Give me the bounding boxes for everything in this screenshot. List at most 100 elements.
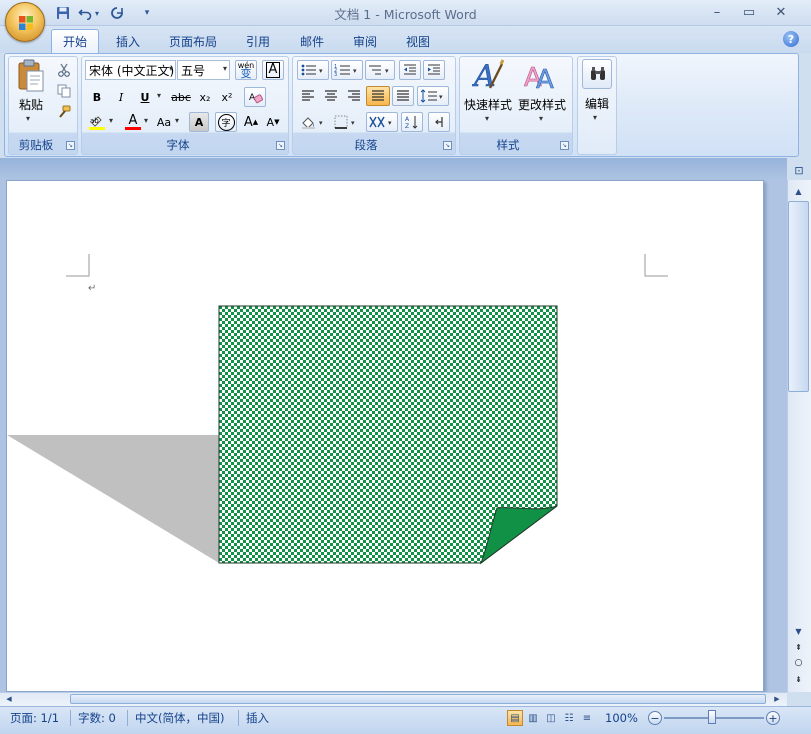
horizontal-scroll-thumb[interactable] (70, 694, 766, 704)
scroll-left-icon[interactable]: ◀ (2, 693, 16, 705)
editing-button[interactable]: 编辑 ▾ (579, 59, 615, 129)
paragraph-mark: ↵ (88, 283, 97, 294)
numbering-icon: 123 ▾ (334, 64, 357, 77)
ruler-toggle-icon[interactable]: ⊡ (787, 160, 811, 180)
highlight-dropdown-icon[interactable]: ▾ (109, 116, 113, 125)
clear-formatting-button[interactable]: A (244, 87, 266, 107)
vertical-scroll-thumb[interactable] (788, 201, 809, 392)
close-button[interactable]: ✕ (767, 2, 795, 22)
tab-view[interactable]: 视图 (398, 29, 438, 53)
svg-text:Z: Z (405, 123, 409, 129)
increase-indent-button[interactable] (423, 60, 445, 80)
align-center-button[interactable] (320, 86, 342, 106)
clipboard-launcher-icon[interactable]: ↘ (66, 141, 75, 150)
scroll-right-icon[interactable]: ▶ (770, 693, 784, 705)
phonetic-guide-button[interactable]: wén 变 (235, 60, 257, 80)
align-left-button[interactable] (297, 86, 319, 106)
status-word-count[interactable]: 字数: 0 (78, 706, 116, 730)
sort-button[interactable]: AZ (401, 112, 423, 132)
zoom-slider-thumb[interactable] (708, 710, 716, 724)
justify-button[interactable] (366, 86, 390, 106)
draft-view-icon[interactable]: ≡ (579, 710, 595, 726)
scroll-up-icon[interactable]: ▲ (788, 183, 809, 199)
grow-font-text: A (243, 114, 253, 130)
change-case-button[interactable]: Aa (153, 112, 175, 132)
superscript-button[interactable]: x² (217, 87, 237, 107)
cut-icon[interactable] (54, 60, 74, 80)
font-color-button[interactable]: A (122, 112, 144, 132)
previous-page-icon[interactable]: ⇞ (788, 640, 809, 654)
font-launcher-icon[interactable]: ↘ (276, 141, 285, 150)
outline-view-icon[interactable]: ☷ (561, 710, 577, 726)
font-size-dropdown-icon[interactable]: ▾ (223, 64, 227, 73)
zoom-out-button[interactable]: − (648, 711, 662, 725)
shrink-font-button[interactable]: A ▼ (263, 112, 283, 132)
font-name-dropdown-icon[interactable]: ▾ (169, 64, 173, 73)
underline-button[interactable]: U (134, 87, 156, 107)
multilevel-list-button[interactable]: ▾ (365, 60, 395, 80)
enclose-characters-button[interactable]: 字 (215, 112, 237, 132)
font-color-letter: A (128, 113, 138, 128)
quick-styles-button[interactable]: A 快速样式 ▾ (462, 58, 514, 130)
borders-button[interactable]: ▾ (331, 112, 361, 132)
change-case-dropdown-icon[interactable]: ▾ (175, 116, 179, 125)
numbering-button[interactable]: 1 2 3 ▾ (331, 60, 363, 80)
zoom-level[interactable]: 100% (605, 706, 638, 730)
show-hide-marks-button[interactable] (428, 112, 450, 132)
tab-references[interactable]: 引用 (238, 29, 278, 53)
shading-button[interactable]: ▾ (297, 112, 329, 132)
help-icon[interactable]: ? (783, 31, 799, 47)
highlight-button[interactable]: ab (86, 112, 108, 132)
character-border-button[interactable]: A (262, 60, 284, 80)
full-screen-reading-view-icon[interactable]: ▥ (525, 710, 541, 726)
bullets-button[interactable]: ▾ (297, 60, 329, 80)
styles-launcher-icon[interactable]: ↘ (560, 141, 569, 150)
decrease-indent-button[interactable] (399, 60, 421, 80)
tab-page-layout[interactable]: 页面布局 (162, 29, 224, 53)
browse-object-icon[interactable]: ○ (788, 656, 809, 670)
document-area-shade (0, 158, 787, 180)
format-painter-icon[interactable] (54, 102, 74, 122)
align-right-button[interactable] (343, 86, 365, 106)
grow-font-button[interactable]: A ▲ (241, 112, 261, 132)
scroll-down-icon[interactable]: ▼ (788, 624, 809, 638)
paste-button[interactable]: 粘贴 ▾ (12, 59, 50, 129)
status-language[interactable]: 中文(简体，中国) (135, 706, 224, 730)
strikethrough-button[interactable]: abc (168, 87, 194, 107)
tab-insert[interactable]: 插入 (107, 29, 149, 53)
tab-review[interactable]: 审阅 (345, 29, 385, 53)
tab-mailings[interactable]: 邮件 (292, 29, 332, 53)
shading-icon: ▾ (302, 117, 323, 129)
chinese-layout-button[interactable]: ▾ (366, 112, 398, 132)
tab-home[interactable]: 开始 (51, 29, 99, 53)
font-name-value: 宋体 (中文正文) (89, 63, 175, 78)
status-insert-mode[interactable]: 插入 (246, 706, 269, 730)
status-page[interactable]: 页面: 1/1 (10, 706, 59, 730)
underline-dropdown-icon[interactable]: ▾ (157, 91, 161, 100)
change-styles-button[interactable]: A A 更改样式 ▾ (516, 58, 568, 130)
font-color-dropdown-icon[interactable]: ▾ (144, 116, 148, 125)
print-layout-view-icon[interactable]: ▤ (507, 710, 523, 726)
distributed-button[interactable] (392, 86, 414, 106)
character-shading-button[interactable]: A (189, 112, 209, 132)
zoom-in-button[interactable]: + (766, 711, 780, 725)
web-layout-view-icon[interactable]: ◫ (543, 710, 559, 726)
maximize-button[interactable]: ▭ (735, 2, 763, 22)
editing-label: 编辑 (584, 97, 609, 111)
line-spacing-button[interactable]: ▾ (417, 86, 449, 106)
copy-icon[interactable] (54, 81, 74, 101)
italic-button[interactable]: I (110, 87, 132, 107)
quick-styles-icon: A (472, 59, 504, 92)
paragraph-launcher-icon[interactable]: ↘ (443, 141, 452, 150)
quick-styles-dropdown-icon: ▾ (485, 114, 490, 123)
shrink-font-text: A (266, 115, 275, 129)
next-page-icon[interactable]: ⇟ (788, 672, 809, 686)
paragraph-group-label: 段落 (354, 138, 378, 152)
status-separator (70, 710, 71, 726)
bold-button[interactable]: B (86, 87, 108, 107)
subscript-button[interactable]: x₂ (195, 87, 215, 107)
font-size-combo[interactable]: 五号 ▾ (177, 60, 230, 80)
office-button[interactable] (5, 2, 45, 42)
minimize-button[interactable]: – (703, 2, 731, 22)
font-name-combo[interactable]: 宋体 (中文正文) ▾ (85, 60, 176, 80)
